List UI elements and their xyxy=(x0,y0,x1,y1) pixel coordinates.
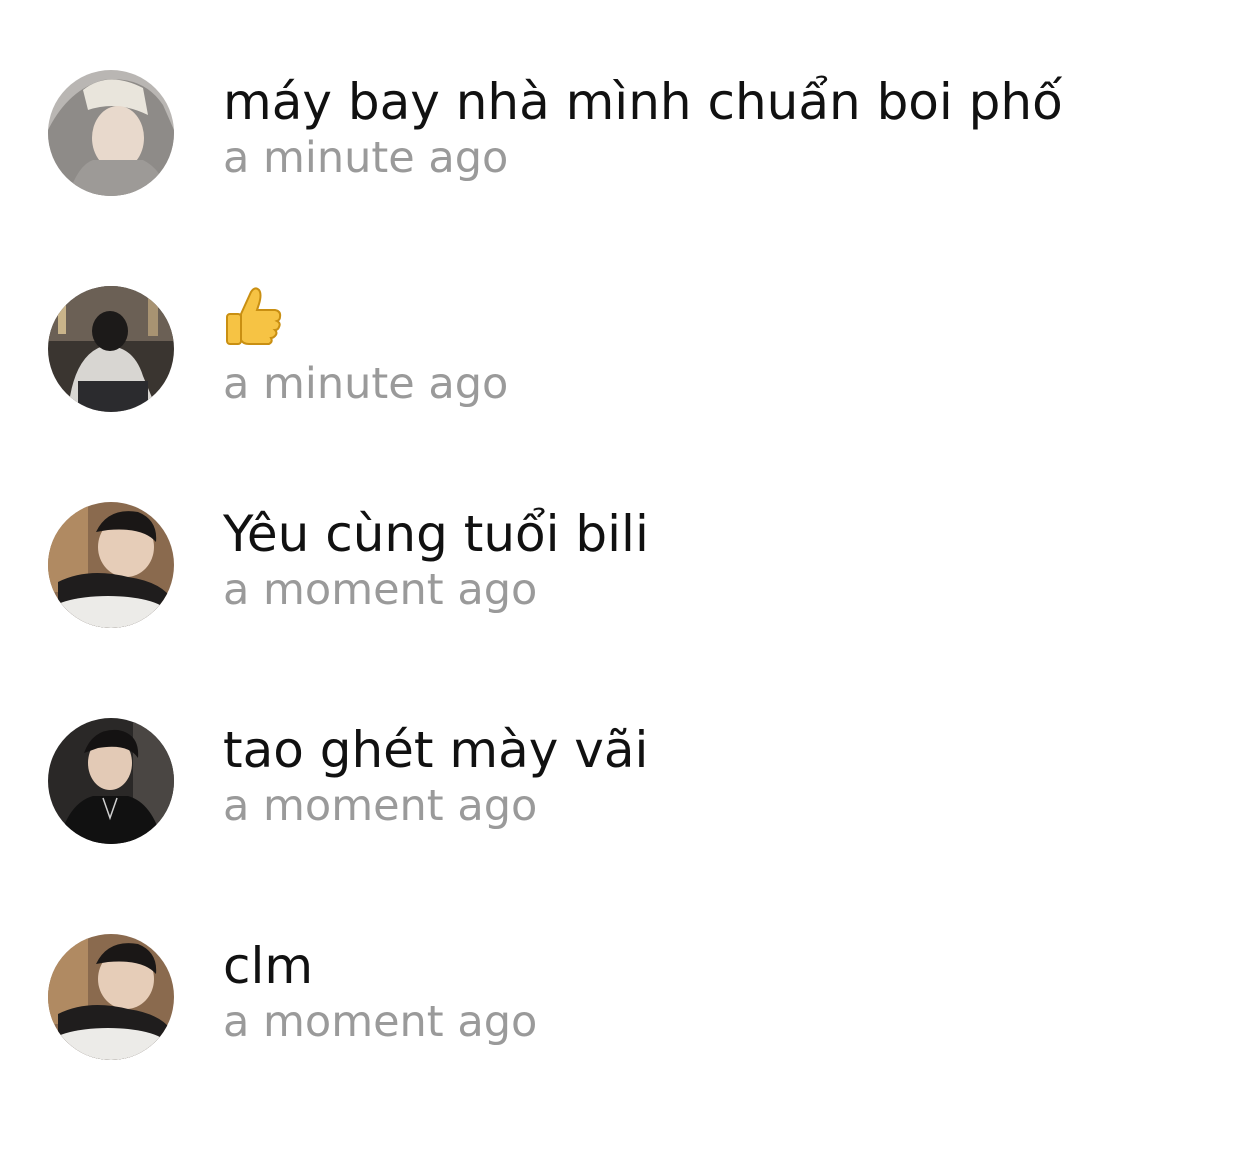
avatar[interactable] xyxy=(48,286,174,412)
avatar[interactable] xyxy=(48,718,174,844)
avatar-photo-1 xyxy=(48,70,174,196)
avatar[interactable] xyxy=(48,502,174,628)
comment-row[interactable]: Yêu cùng tuổi bili a moment ago xyxy=(0,502,1242,702)
comment-timestamp: a moment ago xyxy=(223,565,538,615)
comment-timestamp: a moment ago xyxy=(223,781,538,831)
comment-timestamp: a minute ago xyxy=(223,133,509,183)
avatar-photo-3 xyxy=(48,502,174,628)
comment-text xyxy=(223,286,1202,346)
comment-text: máy bay nhà mình chuẩn boi phố xyxy=(223,73,1063,131)
avatar-photo-5 xyxy=(48,934,174,1060)
comment-row[interactable]: clm a moment ago xyxy=(0,934,1242,1134)
comment-row[interactable]: a minute ago xyxy=(0,286,1242,486)
comment-timestamp: a minute ago xyxy=(223,359,509,409)
comment-row[interactable]: tao ghét mày vãi a moment ago xyxy=(0,718,1242,918)
comment-timestamp: a moment ago xyxy=(223,997,538,1047)
thumbs-up-icon xyxy=(226,287,282,345)
comment-list: máy bay nhà mình chuẩn boi phố a minute … xyxy=(0,0,1242,1164)
comment-text: Yêu cùng tuổi bili xyxy=(223,505,649,563)
comment-text: tao ghét mày vãi xyxy=(223,721,649,779)
comment-text: clm xyxy=(223,937,314,995)
comment-row[interactable]: máy bay nhà mình chuẩn boi phố a minute … xyxy=(0,70,1242,270)
avatar-photo-2 xyxy=(48,286,174,412)
avatar[interactable] xyxy=(48,934,174,1060)
avatar-photo-4 xyxy=(48,718,174,844)
avatar[interactable] xyxy=(48,70,174,196)
